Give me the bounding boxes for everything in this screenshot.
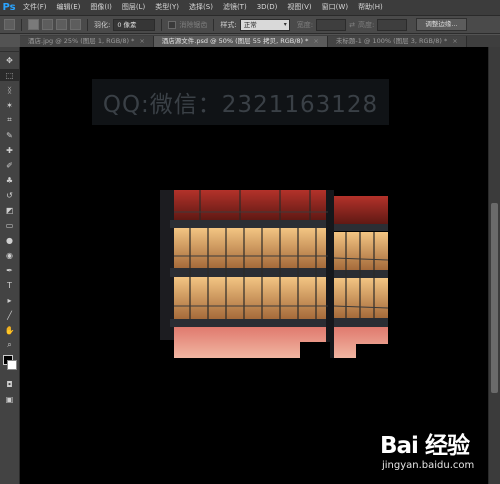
baidu-jingyan-logo: Bai 经验 jingyan.baidu.com [380,424,498,482]
scrollbar-thumb[interactable] [491,203,498,393]
tab-label: 酒店.jpg @ 25% (图层 1, RGB/8) * [28,37,135,45]
clone-stamp-icon[interactable]: ♣ [0,174,19,186]
close-icon[interactable]: × [139,37,144,45]
baidu-logo-text: Bai 经验 [380,433,470,459]
subtract-selection-icon[interactable] [56,19,67,30]
dodge-icon[interactable]: ◉ [0,249,19,261]
menu-bar: Ps 文件(F) 编辑(E) 图像(I) 图层(L) 类型(Y) 选择(S) 滤… [0,0,500,16]
divider [161,18,163,31]
blur-icon[interactable]: ● [0,234,19,246]
divider [213,18,215,31]
menu-file[interactable]: 文件(F) [18,0,52,15]
lasso-icon[interactable]: ᛝ [0,84,19,96]
zoom-icon[interactable]: ⌕ [0,339,19,351]
move-icon[interactable]: ✥ [0,54,19,66]
height-label: 高度: [357,20,375,29]
style-select[interactable]: 正常 [239,18,290,31]
type-icon[interactable]: T [0,279,19,291]
marquee-icon[interactable]: ⬚ [0,69,19,81]
panel-grip[interactable] [0,47,19,52]
crop-icon[interactable]: ⌗ [0,114,19,126]
document-canvas[interactable]: QQ:微信：2321163128 [20,47,488,484]
menu-layer[interactable]: 图层(L) [117,0,150,15]
menu-filter[interactable]: 滤镜(T) [218,0,252,15]
menu-select[interactable]: 选择(S) [184,0,218,15]
feather-label: 羽化: [94,20,111,29]
tab-label: 未标题-1 @ 100% (图层 3, RGB/8) * [335,37,448,45]
tab-untitled-1[interactable]: 未标题-1 @ 100% (图层 3, RGB/8) * × [327,36,467,47]
intersect-selection-icon[interactable] [70,19,81,30]
tab-hotel-jpg[interactable]: 酒店.jpg @ 25% (图层 1, RGB/8) * × [20,36,154,47]
tab-hotel-psd[interactable]: 酒店源文件.psd @ 50% (图层 55 拷贝, RGB/8) * × [153,36,328,47]
close-icon[interactable]: × [452,37,457,45]
menu-edit[interactable]: 编辑(E) [52,0,86,15]
tools-panel: ✥ ⬚ ᛝ ✶ ⌗ ✎ ✚ ✐ ♣ ↺ ◩ ▭ ● ◉ ✒ T ▸ ╱ ✋ ⌕ … [0,47,20,484]
swap-icon[interactable]: ⇄ [349,21,355,29]
menu-type[interactable]: 类型(Y) [150,0,184,15]
line-icon[interactable]: ╱ [0,309,19,321]
path-selection-icon[interactable]: ▸ [0,294,19,306]
photoshop-logo: Ps [2,2,16,13]
baidu-site-url: jingyan.baidu.com [382,460,475,471]
menu-view[interactable]: 视图(V) [282,0,316,15]
height-input[interactable] [377,18,408,31]
history-brush-icon[interactable]: ↺ [0,189,19,201]
color-swatches[interactable] [0,354,19,374]
antialias-checkbox[interactable] [168,20,177,29]
divider [87,18,88,31]
style-label: 样式: [220,20,237,29]
feather-input[interactable]: 0 像素 [113,18,156,31]
menu-3d[interactable]: 3D(D) [252,0,283,15]
menu-help[interactable]: 帮助(H) [353,0,388,15]
vertical-scrollbar[interactable] [488,47,500,484]
eraser-icon[interactable]: ◩ [0,204,19,216]
menu-image[interactable]: 图像(I) [85,0,117,15]
quick-mask-icon[interactable]: ◘ [0,378,19,390]
background-color-swatch[interactable] [7,360,17,370]
eyedropper-icon[interactable]: ✎ [0,129,19,141]
brush-icon[interactable]: ✐ [0,159,19,171]
width-label: 宽度: [296,20,314,29]
healing-brush-icon[interactable]: ✚ [0,144,19,156]
gradient-icon[interactable]: ▭ [0,219,19,231]
hand-icon[interactable]: ✋ [0,324,19,336]
pen-icon[interactable]: ✒ [0,264,19,276]
new-selection-icon[interactable] [28,19,39,30]
antialias-label: 消除锯齿 [179,20,208,29]
divider [21,18,22,31]
menu-window[interactable]: 窗口(W) [317,0,353,15]
magic-wand-icon[interactable]: ✶ [0,99,19,111]
hotel-building-photo [160,190,388,358]
document-tabs: 酒店.jpg @ 25% (图层 1, RGB/8) * × 酒店源文件.psd … [20,35,500,47]
add-selection-icon[interactable] [42,19,53,30]
close-icon[interactable]: × [313,37,318,45]
refine-edge-button[interactable]: 调整边缘... [416,18,467,31]
options-bar: 羽化: 0 像素 消除锯齿 样式: 正常 宽度: ⇄ 高度: 调整边缘... [0,16,500,34]
watermark-text: QQ:微信：2321163128 [92,79,389,125]
width-input[interactable] [316,18,347,31]
tab-label: 酒店源文件.psd @ 50% (图层 55 拷贝, RGB/8) * [161,37,309,45]
screen-mode-icon[interactable]: ▣ [0,393,19,405]
marquee-tool-preset-icon[interactable] [4,19,15,30]
